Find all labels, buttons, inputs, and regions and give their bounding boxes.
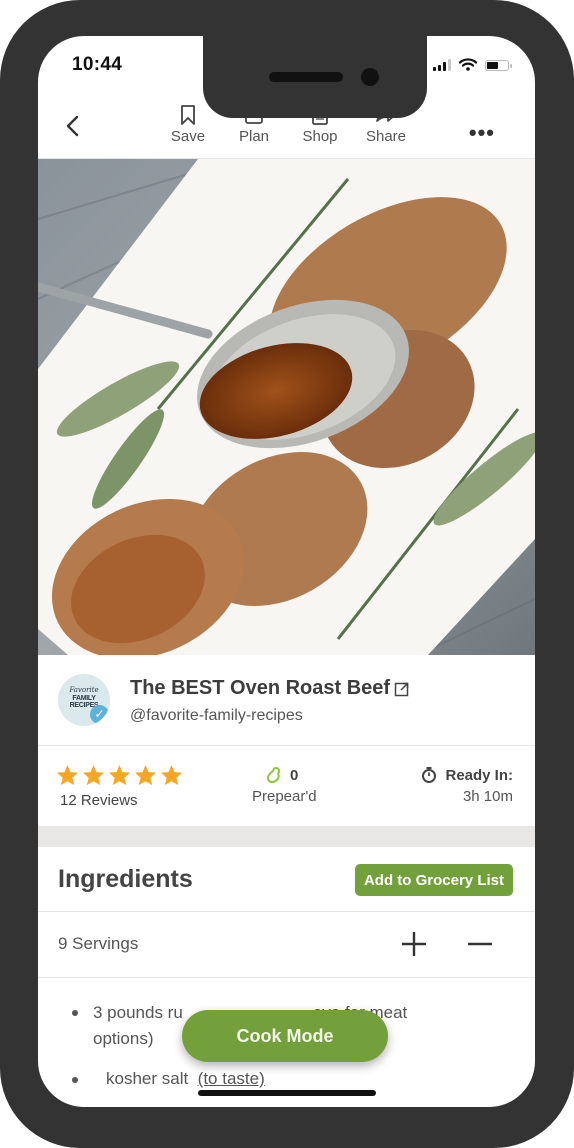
- ingredient-name: kosher salt: [106, 1069, 189, 1088]
- star-icon: [108, 764, 131, 786]
- share-label: Share: [365, 128, 407, 145]
- ingredient-item: kosher salt (to taste): [106, 1066, 506, 1092]
- cook-mode-button[interactable]: Cook Mode: [182, 1010, 388, 1062]
- servings-count: 9 Servings: [58, 934, 139, 953]
- phone-frame: 10:44 Save Plan Shop Share ••• Favorite …: [0, 0, 574, 1148]
- recipe-title-text: The BEST Oven Roast Beef: [130, 677, 391, 699]
- servings-row: 9 Servings: [38, 912, 535, 978]
- battery-icon: [485, 60, 512, 71]
- ready-in: Ready In:: [421, 766, 513, 784]
- wifi-icon: [459, 58, 477, 71]
- bullet: [72, 1010, 78, 1016]
- save-label: Save: [170, 128, 206, 145]
- pear-icon: [267, 766, 281, 784]
- prepeard-label: Prepear'd: [252, 788, 317, 805]
- ingredients-header: Ingredients Add to Grocery List: [38, 847, 535, 912]
- rating-stars[interactable]: [56, 764, 183, 786]
- notch: [203, 36, 427, 118]
- home-indicator[interactable]: [198, 1090, 376, 1096]
- roast-beef-photo: [38, 159, 535, 655]
- more-options-button[interactable]: •••: [469, 120, 495, 146]
- external-link-icon[interactable]: [394, 681, 410, 697]
- section-divider: [38, 826, 535, 847]
- bookmark-icon: [181, 105, 195, 125]
- prepeard-count-value: 0: [290, 766, 299, 784]
- status-time: 10:44: [72, 54, 123, 75]
- ready-in-value: 3h 10m: [462, 788, 513, 805]
- author-avatar[interactable]: Favorite FAMILY RECIPES ✓: [58, 674, 110, 726]
- ingredient-note: (to taste): [197, 1069, 265, 1088]
- save-button[interactable]: Save: [163, 104, 213, 145]
- recipe-hero-image: [38, 159, 535, 655]
- author-row: Favorite FAMILY RECIPES ✓ The BEST Oven …: [38, 655, 535, 746]
- bullet: [72, 1077, 78, 1083]
- reviews-count[interactable]: 12 Reviews: [60, 792, 138, 809]
- status-icons: [433, 58, 512, 71]
- chevron-left-icon[interactable]: [62, 114, 84, 138]
- screen: 10:44 Save Plan Shop Share ••• Favorite …: [38, 36, 535, 1107]
- star-icon: [82, 764, 105, 786]
- ingredient-line1-start: 3 pounds ru: [93, 1003, 183, 1022]
- ready-in-label: Ready In:: [445, 766, 513, 784]
- verified-check-icon: ✓: [90, 705, 109, 724]
- decrease-servings-button[interactable]: [462, 926, 498, 962]
- author-handle[interactable]: @favorite-family-recipes: [130, 707, 303, 725]
- ingredients-title: Ingredients: [58, 865, 193, 893]
- increase-servings-button[interactable]: [396, 926, 432, 962]
- plan-label: Plan: [238, 128, 270, 145]
- front-camera: [361, 68, 379, 86]
- stats-row: 12 Reviews 0 Prepear'd Ready In: 3h 10m: [38, 746, 535, 826]
- stopwatch-icon: [422, 767, 437, 783]
- star-icon: [160, 764, 183, 786]
- star-icon: [134, 764, 157, 786]
- star-icon: [56, 764, 79, 786]
- prepeard-count: 0: [266, 766, 298, 784]
- speaker: [269, 72, 343, 82]
- recipe-title[interactable]: The BEST Oven Roast Beef: [130, 677, 410, 700]
- shop-label: Shop: [302, 128, 338, 145]
- avatar-text-line1: Favorite: [69, 686, 99, 694]
- cellular-signal-icon: [433, 59, 451, 71]
- add-to-grocery-list-button[interactable]: Add to Grocery List: [354, 864, 513, 896]
- ingredient-line2: options): [93, 1029, 154, 1048]
